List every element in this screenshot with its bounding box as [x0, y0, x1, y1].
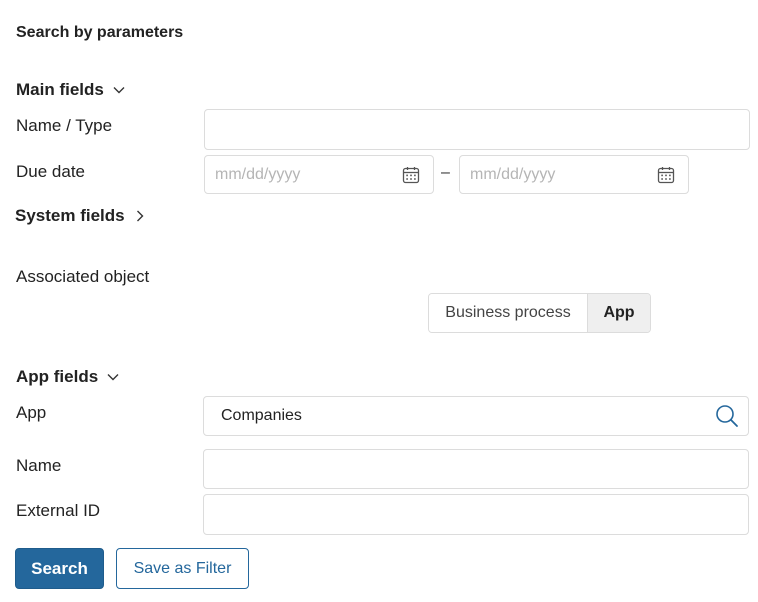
external-id-label: External ID: [16, 501, 101, 520]
name-type-label: Name / Type: [16, 116, 113, 135]
save-as-filter-button[interactable]: Save as Filter: [116, 548, 249, 589]
segment-app[interactable]: App: [588, 294, 650, 332]
chevron-down-icon: [113, 87, 125, 94]
associated-object-label: Associated object: [16, 267, 150, 286]
search-button[interactable]: Search: [15, 548, 104, 589]
due-date-to-placeholder: mm/dd/yyyy: [470, 165, 556, 183]
app-lookup-field[interactable]: Companies: [203, 396, 749, 436]
name-input[interactable]: [203, 449, 749, 489]
due-date-from-input[interactable]: mm/dd/yyyy: [204, 155, 434, 194]
segment-business-process[interactable]: Business process: [429, 294, 588, 332]
name-label: Name: [16, 456, 62, 475]
main-fields-toggle[interactable]: Main fields: [16, 80, 126, 100]
app-fields-toggle[interactable]: App fields: [16, 367, 120, 387]
app-lookup-value: Companies: [221, 407, 302, 424]
system-fields-header: System fields: [15, 206, 125, 225]
search-icon[interactable]: [714, 403, 740, 429]
panel-title: Search by parameters: [16, 24, 184, 41]
app-label: App: [16, 403, 47, 422]
main-fields-header: Main fields: [16, 80, 104, 99]
system-fields-toggle[interactable]: System fields: [15, 206, 147, 226]
associated-object-switch: Business process App: [428, 293, 651, 333]
due-date-label: Due date: [16, 162, 85, 181]
external-id-input[interactable]: [203, 494, 749, 535]
chevron-right-icon: [136, 210, 144, 222]
due-date-to-input[interactable]: mm/dd/yyyy: [459, 155, 689, 194]
calendar-icon[interactable]: [401, 165, 421, 185]
calendar-icon[interactable]: [656, 165, 676, 185]
date-range-separator: –: [441, 164, 450, 181]
chevron-down-icon: [107, 374, 119, 381]
due-date-from-placeholder: mm/dd/yyyy: [215, 165, 301, 183]
app-fields-header: App fields: [16, 367, 99, 386]
name-type-input[interactable]: [204, 109, 750, 150]
